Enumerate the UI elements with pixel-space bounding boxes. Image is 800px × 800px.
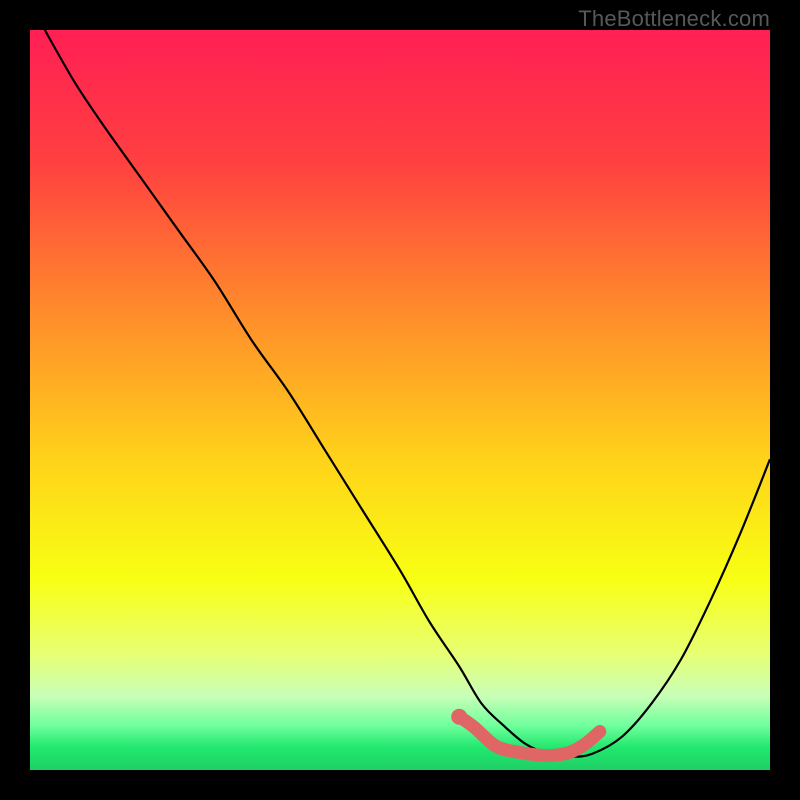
plot-area bbox=[30, 30, 770, 770]
attribution-watermark: TheBottleneck.com bbox=[578, 6, 770, 32]
gradient-rect bbox=[30, 30, 770, 770]
chart-frame: TheBottleneck.com bbox=[0, 0, 800, 800]
optimal-point-marker bbox=[451, 709, 467, 725]
gradient-background bbox=[30, 30, 770, 770]
